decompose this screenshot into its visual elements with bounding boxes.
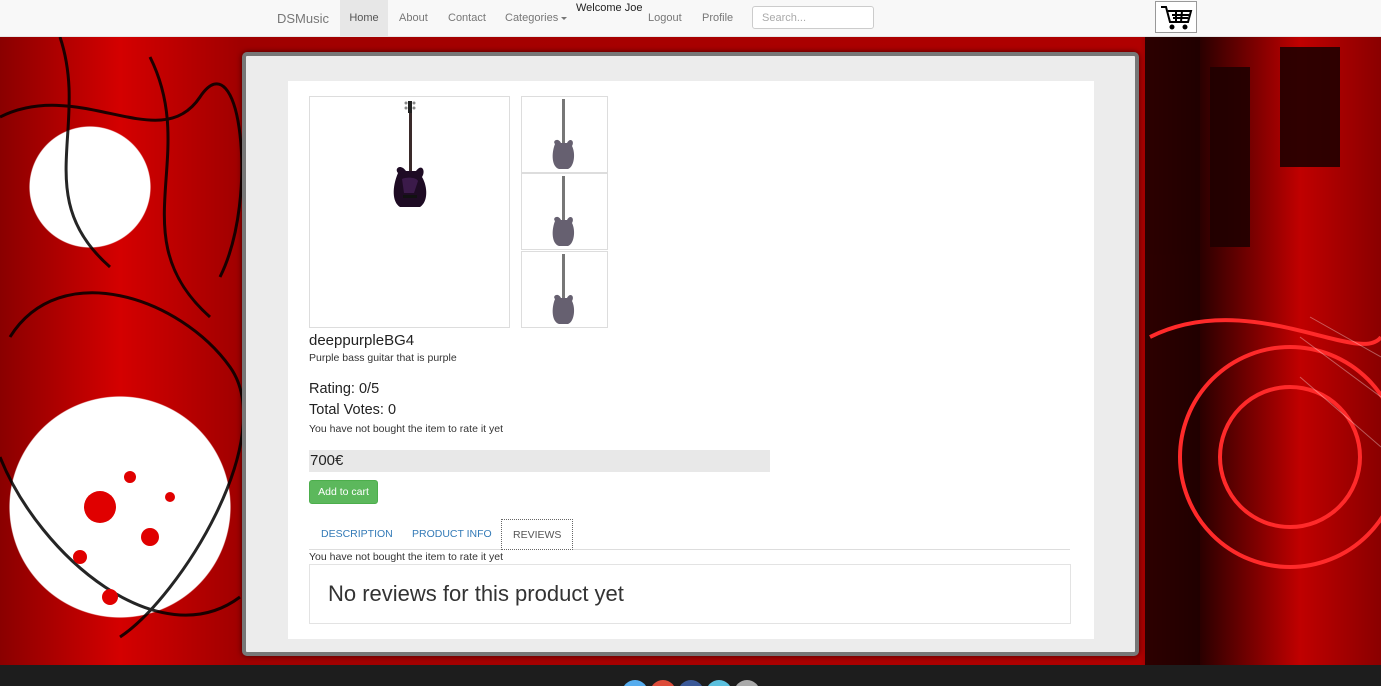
product-card: deeppurpleBG4 Purple bass guitar that is… [288,81,1094,639]
email-icon[interactable] [734,680,760,686]
product-thumbnail-3[interactable] [521,251,608,328]
welcome-message: Welcome Joe [576,2,643,14]
footer [0,665,1381,686]
caret-down-icon [561,16,568,20]
reviews-panel: No reviews for this product yet [309,564,1071,624]
nav-logout[interactable]: Logout [648,0,682,36]
product-description: Purple bass guitar that is purple [309,352,457,364]
skype-icon[interactable] [706,680,732,686]
product-rating: Rating: 0/5 [309,381,380,397]
rate-restriction-note: You have not bought the item to rate it … [309,423,503,435]
bass-guitar-thumbnail [552,99,575,169]
bass-guitar-thumbnail [552,254,575,324]
total-votes: Total Votes: 0 [309,402,397,418]
product-panel: deeppurpleBG4 Purple bass guitar that is… [242,52,1139,656]
product-name: deeppurpleBG4 [309,332,415,349]
no-reviews-message: No reviews for this product yet [328,581,624,606]
bass-guitar-thumbnail [552,176,575,246]
product-price: 700€ [310,452,344,469]
nav-profile[interactable]: Profile [702,0,733,36]
tab-description[interactable]: DESCRIPTION [310,519,404,549]
facebook-icon[interactable] [678,680,704,686]
bass-guitar-image [393,101,427,207]
twitter-icon[interactable] [622,680,648,686]
product-thumbnail-2[interactable] [521,173,608,250]
nav-home-label: Home [349,12,379,24]
add-to-cart-button[interactable]: Add to cart [309,480,378,504]
nav-categories-label: Categories [505,12,559,24]
shopping-cart-icon [1161,6,1193,30]
search-input[interactable] [752,6,874,29]
shopping-cart-button[interactable] [1155,1,1197,33]
nav-categories-dropdown[interactable]: Categories [505,0,568,36]
review-restriction-note: You have not bought the item to rate it … [309,551,503,563]
google-plus-icon[interactable] [650,680,676,686]
product-thumbnail-1[interactable] [521,96,608,173]
nav-contact[interactable]: Contact [448,0,486,36]
product-tabs: DESCRIPTION PRODUCT INFO REVIEWS [309,519,1070,550]
nav-about[interactable]: About [399,0,428,36]
top-navbar: DSMusic Home About Contact Categories We… [0,0,1381,37]
price-bar: 700€ [309,450,770,472]
nav-home[interactable]: Home [340,0,388,36]
tab-reviews[interactable]: REVIEWS [501,519,574,550]
tab-product-info[interactable]: PRODUCT INFO [401,519,503,549]
brand-logo[interactable]: DSMusic [277,11,329,26]
product-main-image[interactable] [309,96,510,328]
